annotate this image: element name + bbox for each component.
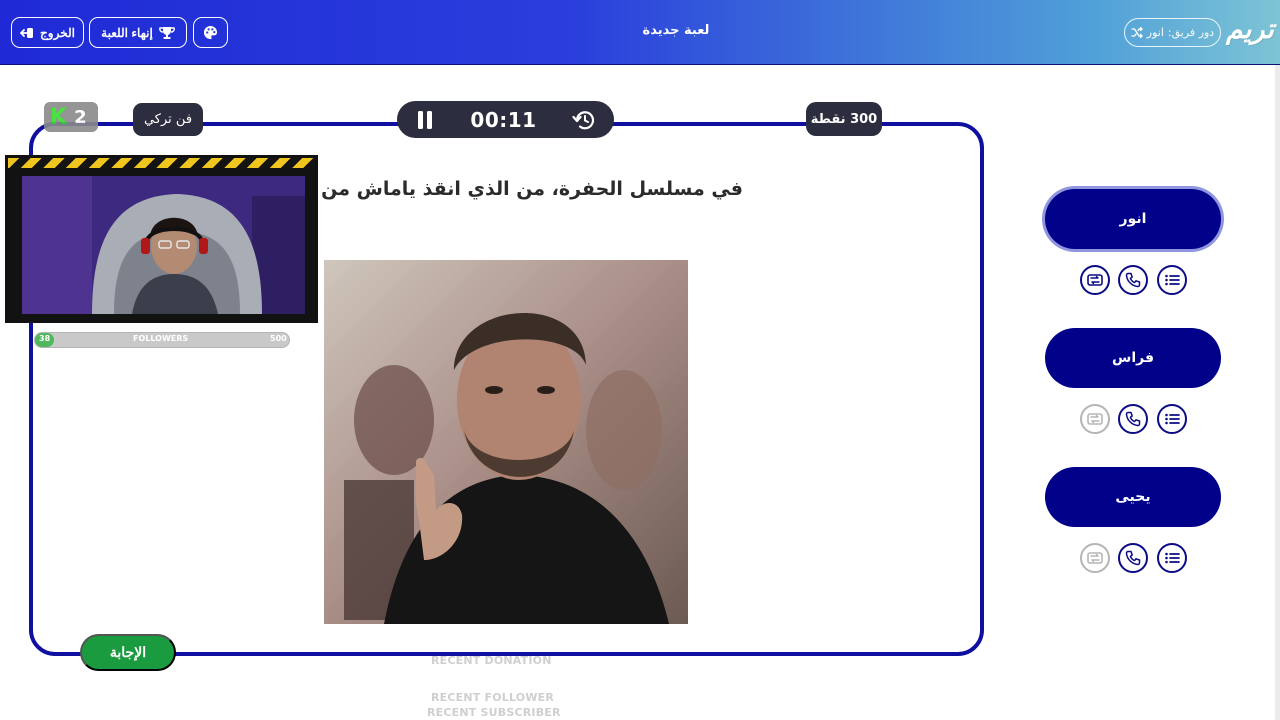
followers-goal-bar: 38 FOLLOWERS 500 (34, 332, 290, 348)
lifeline-list-button[interactable] (1157, 543, 1187, 573)
lifeline-list-button[interactable] (1157, 404, 1187, 434)
phone-icon (1125, 550, 1141, 566)
palette-icon (203, 25, 218, 40)
followers-goal: 500 (270, 334, 287, 343)
pause-icon[interactable] (415, 110, 435, 130)
trophy-icon (158, 26, 175, 39)
webcam-frame-stripes (8, 158, 315, 168)
turn-label: دور فريق: (1167, 26, 1215, 39)
show-answer-button[interactable]: الإجابة (80, 634, 176, 671)
recent-donation-label: RECENT DONATION (431, 654, 552, 667)
kick-count-badge: K 2 (44, 102, 98, 132)
end-game-label: إنهاء اللعبة (101, 25, 153, 40)
followers-current: 38 (39, 334, 51, 343)
top-bar: الخروج إنهاء اللعبة لعبة جديدة دور فريق:… (0, 0, 1280, 65)
webcam-video (22, 176, 305, 314)
page-scrollbar[interactable] (1275, 65, 1280, 720)
turn-team-name: انور (1146, 26, 1164, 39)
recent-follower-label: RECENT FOLLOWER (431, 691, 555, 704)
swap-icon (1087, 273, 1103, 287)
recent-subscriber-label: RECENT SUBSCRIBER (427, 706, 561, 719)
phone-icon (1125, 411, 1141, 427)
lifeline-list-button[interactable] (1157, 265, 1187, 295)
player-1-button[interactable]: انور (1045, 189, 1221, 249)
lifeline-phone-button[interactable] (1118, 543, 1148, 573)
exit-icon (20, 27, 34, 38)
kick-count: 2 (74, 106, 87, 128)
swap-icon (1087, 551, 1103, 565)
phone-icon (1125, 272, 1141, 288)
lifeline-swap-button[interactable] (1080, 404, 1110, 434)
team-turn-badge[interactable]: دور فريق: انور (1124, 18, 1221, 47)
player-2-button[interactable]: فراس (1045, 328, 1221, 388)
points-badge: 300 نقطة (806, 102, 882, 136)
timer-pill: 00:11 (397, 101, 614, 138)
page-title: لعبة جديدة (642, 23, 710, 38)
question-text: في مسلسل الحفرة، من الذي انقذ ياماش من ا… (310, 178, 743, 200)
exit-label: الخروج (40, 25, 75, 40)
swap-icon (1087, 412, 1103, 426)
category-badge: فن تركي (133, 103, 203, 136)
lifeline-phone-button[interactable] (1118, 404, 1148, 434)
list-icon (1164, 412, 1180, 426)
player-name: يحيى (1115, 489, 1151, 505)
player-name: انور (1119, 211, 1147, 227)
reset-timer-icon[interactable] (572, 109, 596, 131)
timer-value: 00:11 (470, 107, 537, 132)
exit-button[interactable]: الخروج (11, 17, 84, 48)
lifeline-phone-button[interactable] (1118, 265, 1148, 295)
kick-logo-icon: K (50, 104, 68, 130)
lifeline-swap-button[interactable] (1080, 543, 1110, 573)
list-icon (1164, 273, 1180, 287)
question-image (324, 260, 688, 624)
streamer-video-frame (22, 176, 305, 314)
player-name: فراس (1112, 350, 1154, 366)
app-logo: تريم (1226, 14, 1275, 45)
list-icon (1164, 551, 1180, 565)
webcam-overlay (5, 155, 318, 323)
man-pointing-photo (324, 260, 688, 624)
lifeline-swap-button[interactable] (1080, 265, 1110, 295)
theme-button[interactable] (193, 17, 228, 48)
shuffle-icon (1131, 27, 1143, 38)
end-game-button[interactable]: إنهاء اللعبة (89, 17, 187, 48)
followers-label: FOLLOWERS (133, 334, 189, 343)
player-3-button[interactable]: يحيى (1045, 467, 1221, 527)
